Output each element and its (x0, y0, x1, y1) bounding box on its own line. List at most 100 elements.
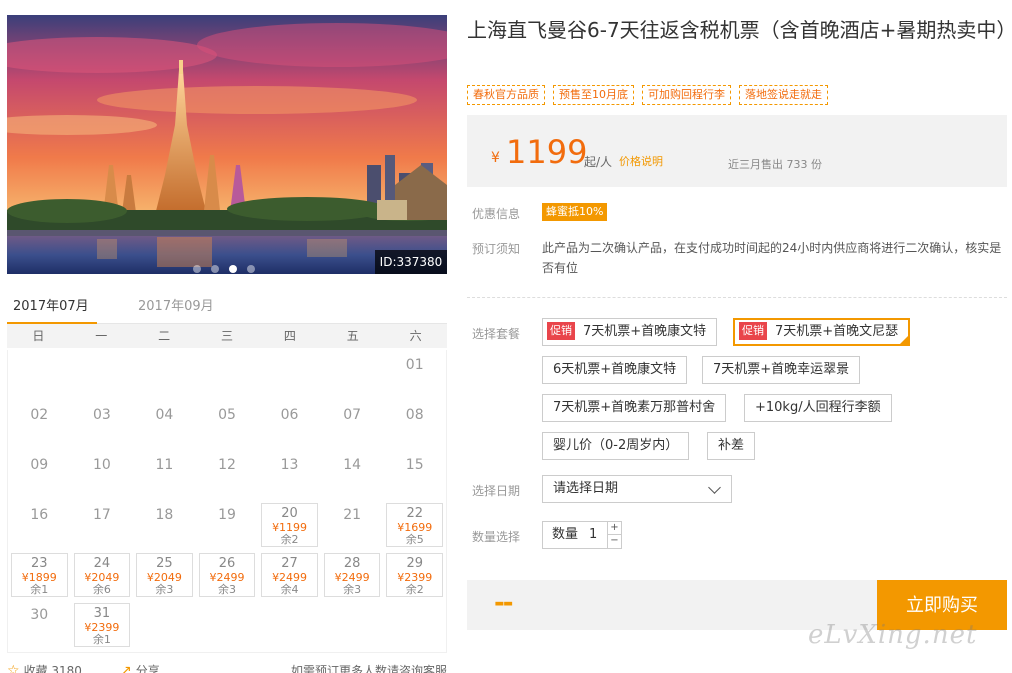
promo-label: 优惠信息 (472, 207, 521, 221)
carousel-dot[interactable] (193, 265, 201, 273)
sales-count: 近三月售出 733 份 (728, 158, 822, 171)
price-panel: ¥ 1199 起/人 价格说明 近三月售出 733 份 (467, 115, 1007, 187)
calendar-day-31[interactable]: 31 ¥2399 余1 (73, 603, 131, 647)
package-label: 选择套餐 (472, 327, 521, 341)
quantity-value[interactable]: 1 (589, 522, 597, 548)
day-remaining: 余1 (30, 583, 49, 596)
weekday-wed: 三 (220, 329, 233, 343)
sale-tag: 促销 (547, 322, 575, 340)
calendar-day-01: 01 (386, 353, 443, 397)
calendar-day-13: 13 (261, 453, 318, 497)
package-label-5: +10kg/人回程行李额 (755, 400, 881, 415)
day-number: 07 (343, 407, 362, 423)
day-number: 26 (218, 556, 236, 571)
calendar-day-30: 30 (11, 603, 68, 647)
calendar-day-27[interactable]: 27 ¥2499 余4 (261, 553, 318, 597)
quantity-stepper: 数量 1 + − (542, 521, 622, 549)
package-option-7[interactable]: 补差 (707, 432, 756, 460)
day-number: 11 (155, 457, 174, 473)
price-explanation-link[interactable]: 价格说明 (619, 153, 663, 169)
day-number: 04 (155, 407, 174, 423)
currency-symbol: ¥ (491, 150, 500, 166)
calendar-day-23[interactable]: 23 ¥1899 余1 (11, 553, 68, 597)
calendar-day-05: 05 (199, 403, 256, 447)
calendar-day-19: 19 (199, 503, 256, 547)
calendar-day-15: 15 (386, 453, 443, 497)
calendar-empty-cell (11, 353, 68, 397)
day-remaining: 余2 (280, 533, 299, 546)
day-number: 08 (405, 407, 424, 423)
calendar-day-14: 14 (324, 453, 381, 497)
calendar-day-28[interactable]: 28 ¥2499 余3 (323, 553, 381, 597)
weekday-thu: 四 (283, 329, 296, 343)
day-remaining: 余5 (405, 533, 424, 546)
date-label: 选择日期 (472, 484, 521, 498)
product-tags: 春秋官方品质 预售至10月底 可加购回程行李 落地签说走就走 (467, 85, 828, 105)
day-number: 29 (406, 556, 423, 571)
carousel-dot[interactable] (211, 265, 219, 273)
quantity-minus-button[interactable]: − (607, 535, 621, 548)
package-option-2[interactable]: 6天机票+首晚康文特 (542, 356, 688, 384)
package-option-4[interactable]: 7天机票+首晚素万那普村舍 (542, 394, 727, 422)
calendar-day-18: 18 (136, 503, 193, 547)
quantity-plus-button[interactable]: + (607, 522, 621, 535)
product-id-badge: ID:337380 (375, 250, 447, 274)
day-number: 22 (406, 506, 423, 521)
package-option-3[interactable]: 7天机票+首晚幸运翠景 (702, 356, 861, 384)
calendar-day-24[interactable]: 24 ¥2049 余6 (73, 553, 131, 597)
calendar-grid: 01 02 03 04 05 06 07 08 09 10 11 12 13 14 15 16 17 18 19 20… (7, 350, 447, 653)
package-option-1-selected[interactable]: 促销 7天机票+首晚文尼瑟 (733, 318, 911, 346)
carousel-dot-active[interactable] (229, 265, 237, 273)
calendar-day-16: 16 (11, 503, 68, 547)
day-remaining: 余1 (92, 633, 111, 646)
calendar-day-06: 06 (261, 403, 318, 447)
product-title: 上海直飞曼谷6-7天往返含税机票（含首晚酒店+暑期热卖中） (467, 18, 1012, 42)
star-icon: ☆ (7, 663, 20, 673)
favorite-button[interactable]: ☆ 收藏 3180 (7, 662, 82, 673)
weekday-sat: 六 (409, 329, 422, 343)
carousel-dot[interactable] (247, 265, 255, 273)
package-option-6[interactable]: 婴儿价（0-2周岁内） (542, 432, 690, 460)
calendar-day-21: 21 (324, 503, 381, 547)
day-number: 15 (405, 457, 424, 473)
day-number: 12 (218, 457, 236, 473)
share-button[interactable]: ↗ 分享 (120, 662, 160, 673)
calendar-empty-cell (74, 353, 131, 397)
calendar-day-11: 11 (136, 453, 193, 497)
consult-note[interactable]: 如需预订更多人数请咨询客服 (291, 662, 447, 673)
tab-month-2017-09[interactable]: 2017年09月 (138, 295, 214, 314)
calendar-day-12: 12 (199, 453, 256, 497)
day-number: 17 (92, 507, 111, 523)
package-label-2: 6天机票+首晚康文特 (553, 362, 677, 377)
calendar-day-29[interactable]: 29 ¥2399 余2 (386, 553, 443, 597)
calendar-day-08: 08 (386, 403, 443, 447)
day-number: 10 (92, 457, 111, 473)
carousel-dots (193, 265, 255, 273)
calendar-day-22[interactable]: 22 ¥1699 余5 (386, 503, 443, 547)
date-select-value: 请选择日期 (553, 481, 619, 496)
package-option-5[interactable]: +10kg/人回程行李额 (744, 394, 892, 422)
package-option-0[interactable]: 促销 7天机票+首晚康文特 (542, 318, 718, 346)
day-number: 14 (343, 457, 362, 473)
calendar-day-20[interactable]: 20 ¥1199 余2 (261, 503, 318, 547)
calendar-day-25[interactable]: 25 ¥2049 余3 (136, 553, 193, 597)
package-label-1: 7天机票+首晚文尼瑟 (775, 324, 899, 339)
calendar-empty-cell (199, 353, 256, 397)
weekday-tue: 二 (158, 329, 171, 343)
calendar-empty-cell (136, 353, 193, 397)
calendar-day-26[interactable]: 26 ¥2499 余3 (198, 553, 256, 597)
calendar-empty-cell (324, 353, 381, 397)
product-hero-image[interactable]: ID:337380 (7, 15, 447, 274)
quantity-inner-label: 数量 (552, 527, 579, 542)
wat-arun-photo (7, 15, 447, 274)
month-tabs: 2017年07月 2017年09月 (7, 290, 447, 325)
date-select[interactable]: 请选择日期 (542, 475, 732, 503)
sale-tag: 促销 (739, 322, 767, 340)
promo-badge: 蜂蜜抵10% (542, 203, 608, 221)
tag-quality: 春秋官方品质 (467, 85, 545, 105)
day-number: 27 (281, 556, 298, 571)
day-remaining: 余4 (280, 583, 299, 596)
weekday-fri: 五 (346, 329, 359, 343)
tab-month-2017-07[interactable]: 2017年07月 (13, 295, 89, 314)
tag-baggage: 可加购回程行李 (642, 85, 731, 105)
